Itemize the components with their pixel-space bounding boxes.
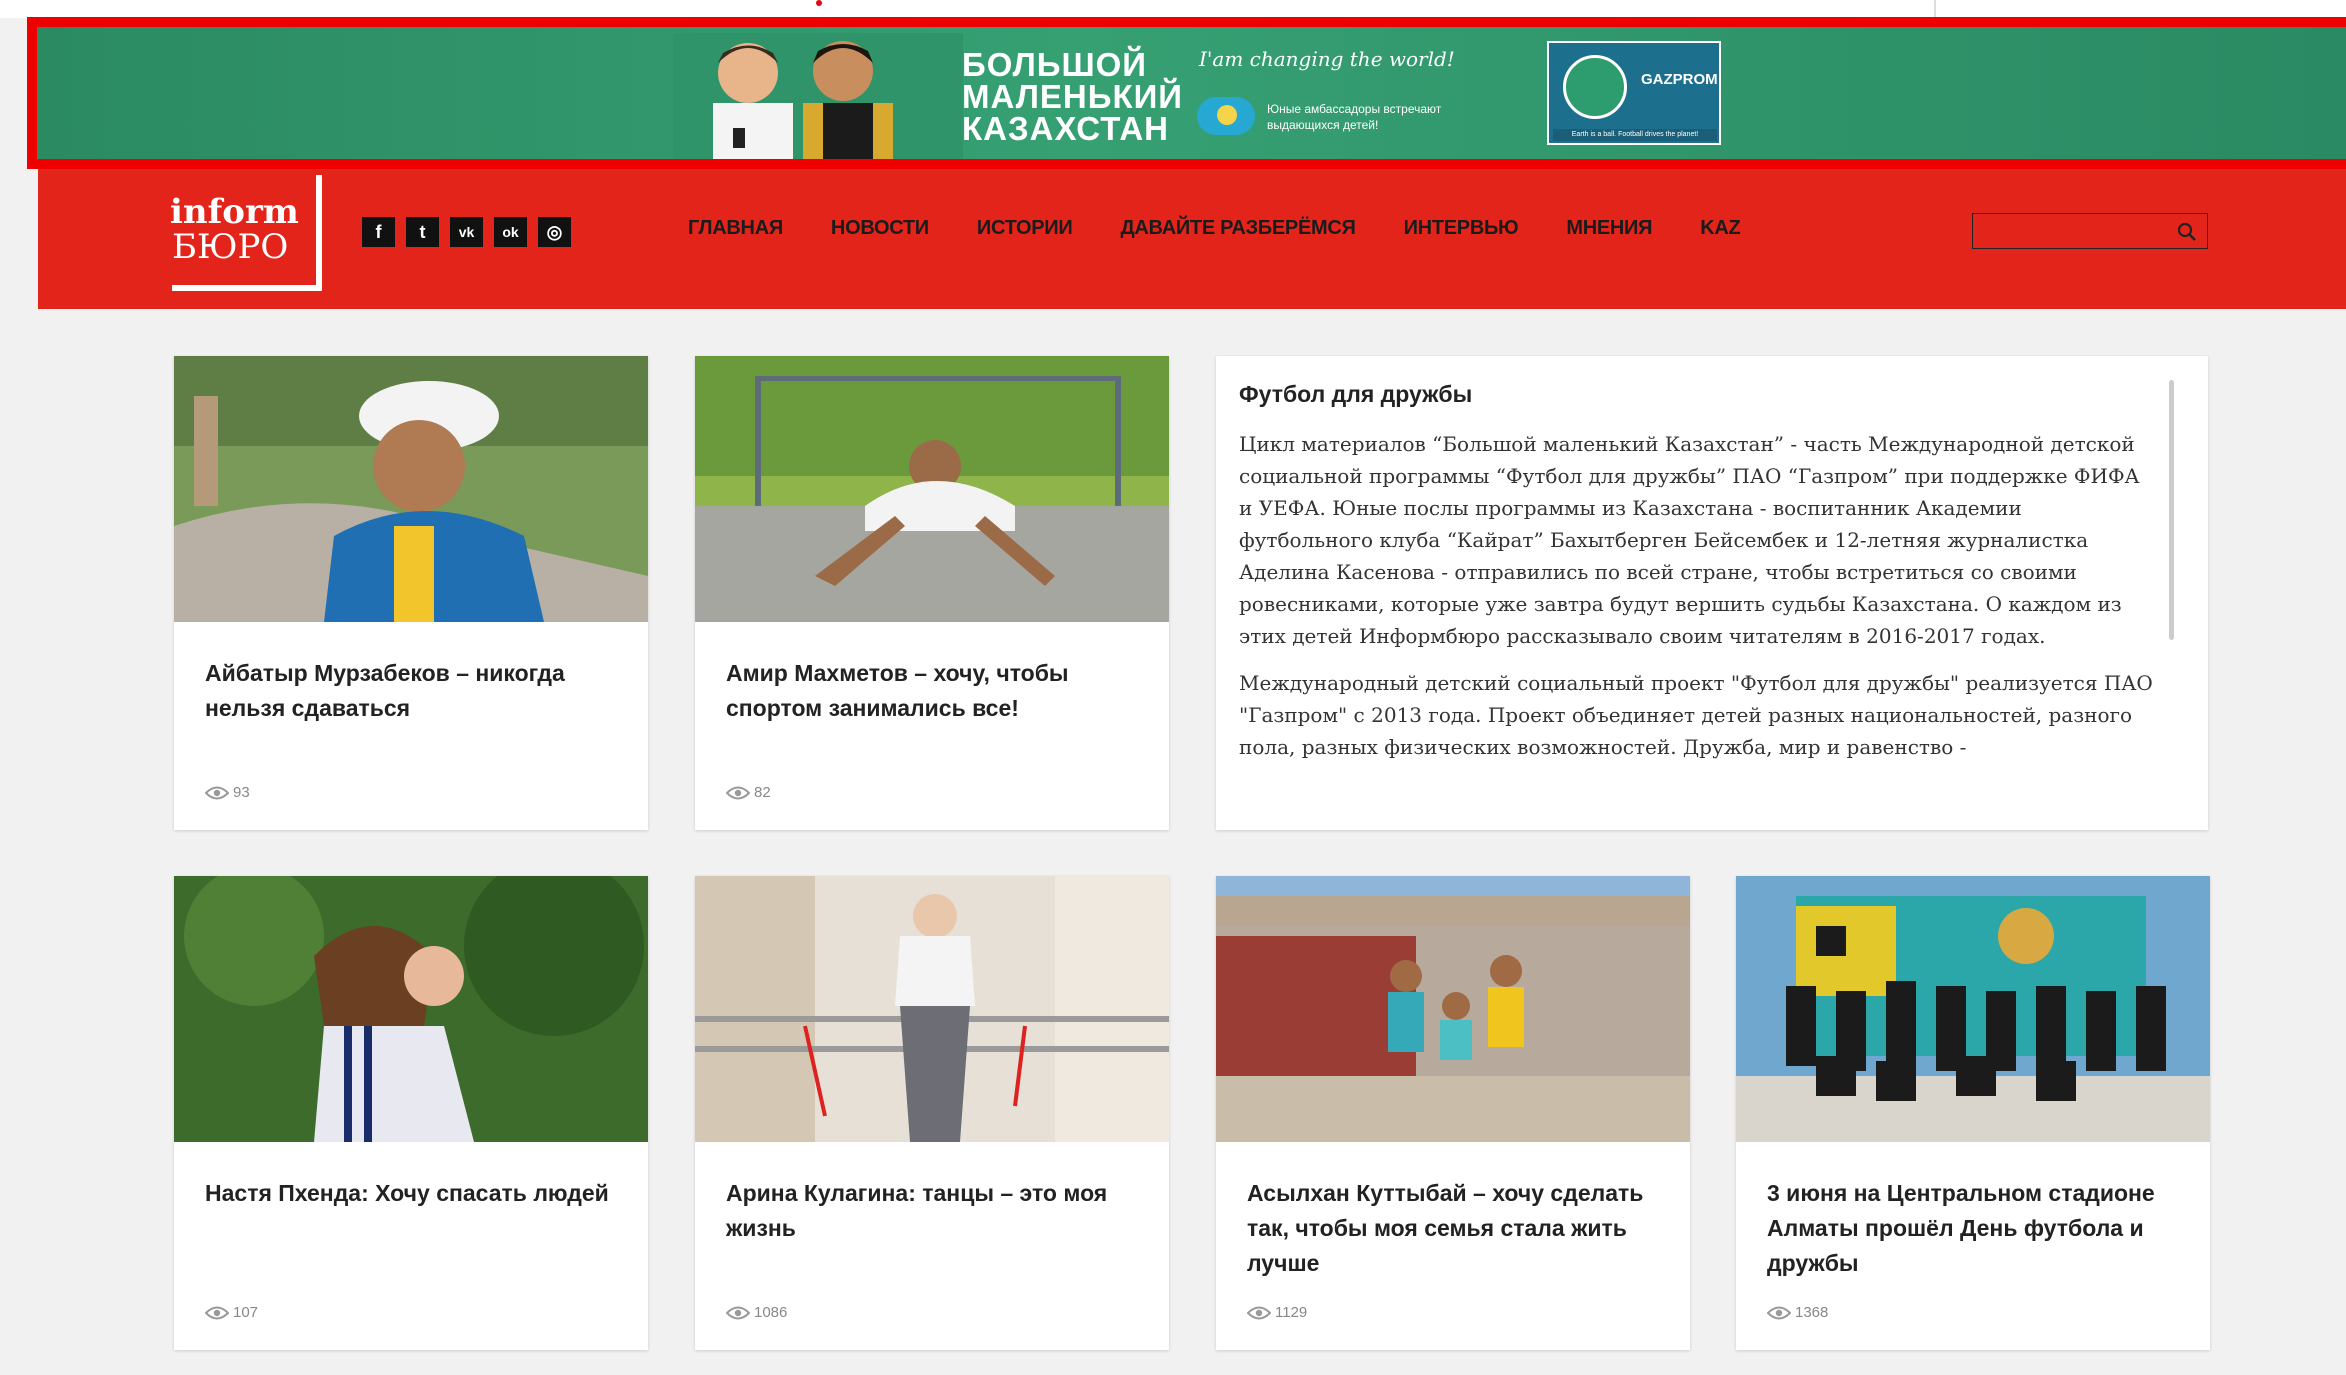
eye-icon [726,786,750,799]
banner-title-line: КАЗАХСТАН [962,110,1169,147]
nav-item-stories[interactable]: ИСТОРИИ [977,217,1073,240]
nav-item-opinions[interactable]: МНЕНИЯ [1566,217,1652,240]
description-paragraph: Международный детский социальный проект … [1239,671,2153,759]
vk-icon[interactable]: vk [450,217,483,247]
description-title: Футбол для дружбы [1239,381,1473,407]
view-count-value: 1368 [1795,1304,1829,1321]
search-icon[interactable] [2177,222,2197,242]
banner-background [37,27,2346,159]
view-count: 93 [205,784,250,801]
article-image [695,356,1169,622]
article-card[interactable]: 3 июня на Центральном стадионе Алматы пр… [1736,876,2210,1350]
view-count-value: 107 [233,1304,259,1321]
top-divider [1934,0,1936,18]
eye-icon [205,1306,229,1319]
instagram-icon[interactable]: ◎ [538,217,571,247]
article-title[interactable]: Айбатыр Мурзабеков – никогда нельзя сдав… [205,656,625,726]
facebook-icon[interactable]: f [362,217,395,247]
scrollbar[interactable] [2169,380,2174,640]
logo-buro[interactable]: БЮРО [172,227,288,267]
description-paragraph: Цикл материалов “Большой маленький Казах… [1239,432,2140,648]
article-image [174,876,648,1142]
view-count-value: 1086 [754,1304,788,1321]
main-nav: ГЛАВНАЯ НОВОСТИ ИСТОРИИ ДАВАЙТЕ РАЗБЕРЁМ… [688,217,1741,240]
article-card[interactable]: Амир Махметов – хочу, чтобы спортом зани… [695,356,1169,830]
eye-icon [205,786,229,799]
nav-item-kaz[interactable]: KAZ [1700,217,1741,240]
article-title[interactable]: Настя Пхенда: Хочу спасать людей [205,1176,625,1211]
football-for-friendship-logo [1563,55,1627,119]
banner-slogan: I'am changing the world! [1199,47,1455,71]
article-title[interactable]: Асылхан Куттыбай – хочу сделать так, что… [1247,1176,1667,1281]
article-image [695,876,1169,1142]
banner-title-line: МАЛЕНЬКИЙ [962,78,1184,115]
description-body: Цикл материалов “Большой маленький Казах… [1239,428,2159,778]
search-box [1972,213,2208,249]
sponsor-footnote: Earth is a ball. Football drives the pla… [1553,129,1717,141]
top-strip [0,0,2346,18]
ad-banner[interactable]: БОЛЬШОЙ МАЛЕНЬКИЙ КАЗАХСТАН I'am changin… [27,17,2346,169]
indicator-dot [816,0,822,6]
article-card[interactable]: Асылхан Куттыбай – хочу сделать так, что… [1216,876,1690,1350]
eye-icon [1247,1306,1271,1319]
article-card[interactable]: Арина Кулагина: танцы – это моя жизнь 10… [695,876,1169,1350]
article-image [1216,876,1690,1142]
nav-item-explain[interactable]: ДАВАЙТЕ РАЗБЕРЁМСЯ [1120,217,1355,240]
article-image [174,356,648,622]
view-count: 1086 [726,1304,787,1321]
article-card[interactable]: Настя Пхенда: Хочу спасать людей 107 [174,876,648,1350]
social-links: f t vk ok ◎ [362,217,571,247]
banner-subtitle: Юные амбассадоры встречают выдающихся де… [1267,102,1442,132]
view-count: 1368 [1767,1304,1828,1321]
nav-item-news[interactable]: НОВОСТИ [831,217,929,240]
article-title[interactable]: Арина Кулагина: танцы – это моя жизнь [726,1176,1146,1246]
project-description: Футбол для дружбы Цикл материалов “Больш… [1216,356,2208,830]
odnoklassniki-icon[interactable]: ok [494,217,527,247]
search-input[interactable] [1973,214,2173,248]
banner-title: БОЛЬШОЙ МАЛЕНЬКИЙ КАЗАХСТАН [962,46,1184,147]
kazakhstan-flag-icon [1197,97,1255,135]
view-count-value: 93 [233,784,250,801]
article-image [1736,876,2210,1142]
eye-icon [726,1306,750,1319]
view-count-value: 1129 [1275,1304,1308,1321]
logo-inform[interactable]: inform [170,192,299,232]
article-title[interactable]: 3 июня на Центральном стадионе Алматы пр… [1767,1176,2187,1281]
view-count: 82 [726,784,771,801]
nav-item-home[interactable]: ГЛАВНАЯ [688,217,783,240]
view-count: 1129 [1247,1304,1307,1321]
gazprom-logo: GAZPROM [1641,71,1718,88]
article-card[interactable]: Айбатыр Мурзабеков – никогда нельзя сдав… [174,356,648,830]
banner-title-line: БОЛЬШОЙ [962,46,1147,83]
site-header: inform БЮРО f t vk ok ◎ ГЛАВНАЯ НОВОСТИ … [38,169,2346,309]
banner-kids-image [673,33,963,159]
view-count-value: 82 [754,784,771,801]
twitter-icon[interactable]: t [406,217,439,247]
view-count: 107 [205,1304,258,1321]
nav-item-interview[interactable]: ИНТЕРВЬЮ [1404,217,1519,240]
article-title[interactable]: Амир Махметов – хочу, чтобы спортом зани… [726,656,1146,726]
page: БОЛЬШОЙ МАЛЕНЬКИЙ КАЗАХСТАН I'am changin… [0,0,2346,1375]
eye-icon [1767,1306,1791,1319]
sponsor-logos: GAZPROM Earth is a ball. Football drives… [1547,41,1721,145]
